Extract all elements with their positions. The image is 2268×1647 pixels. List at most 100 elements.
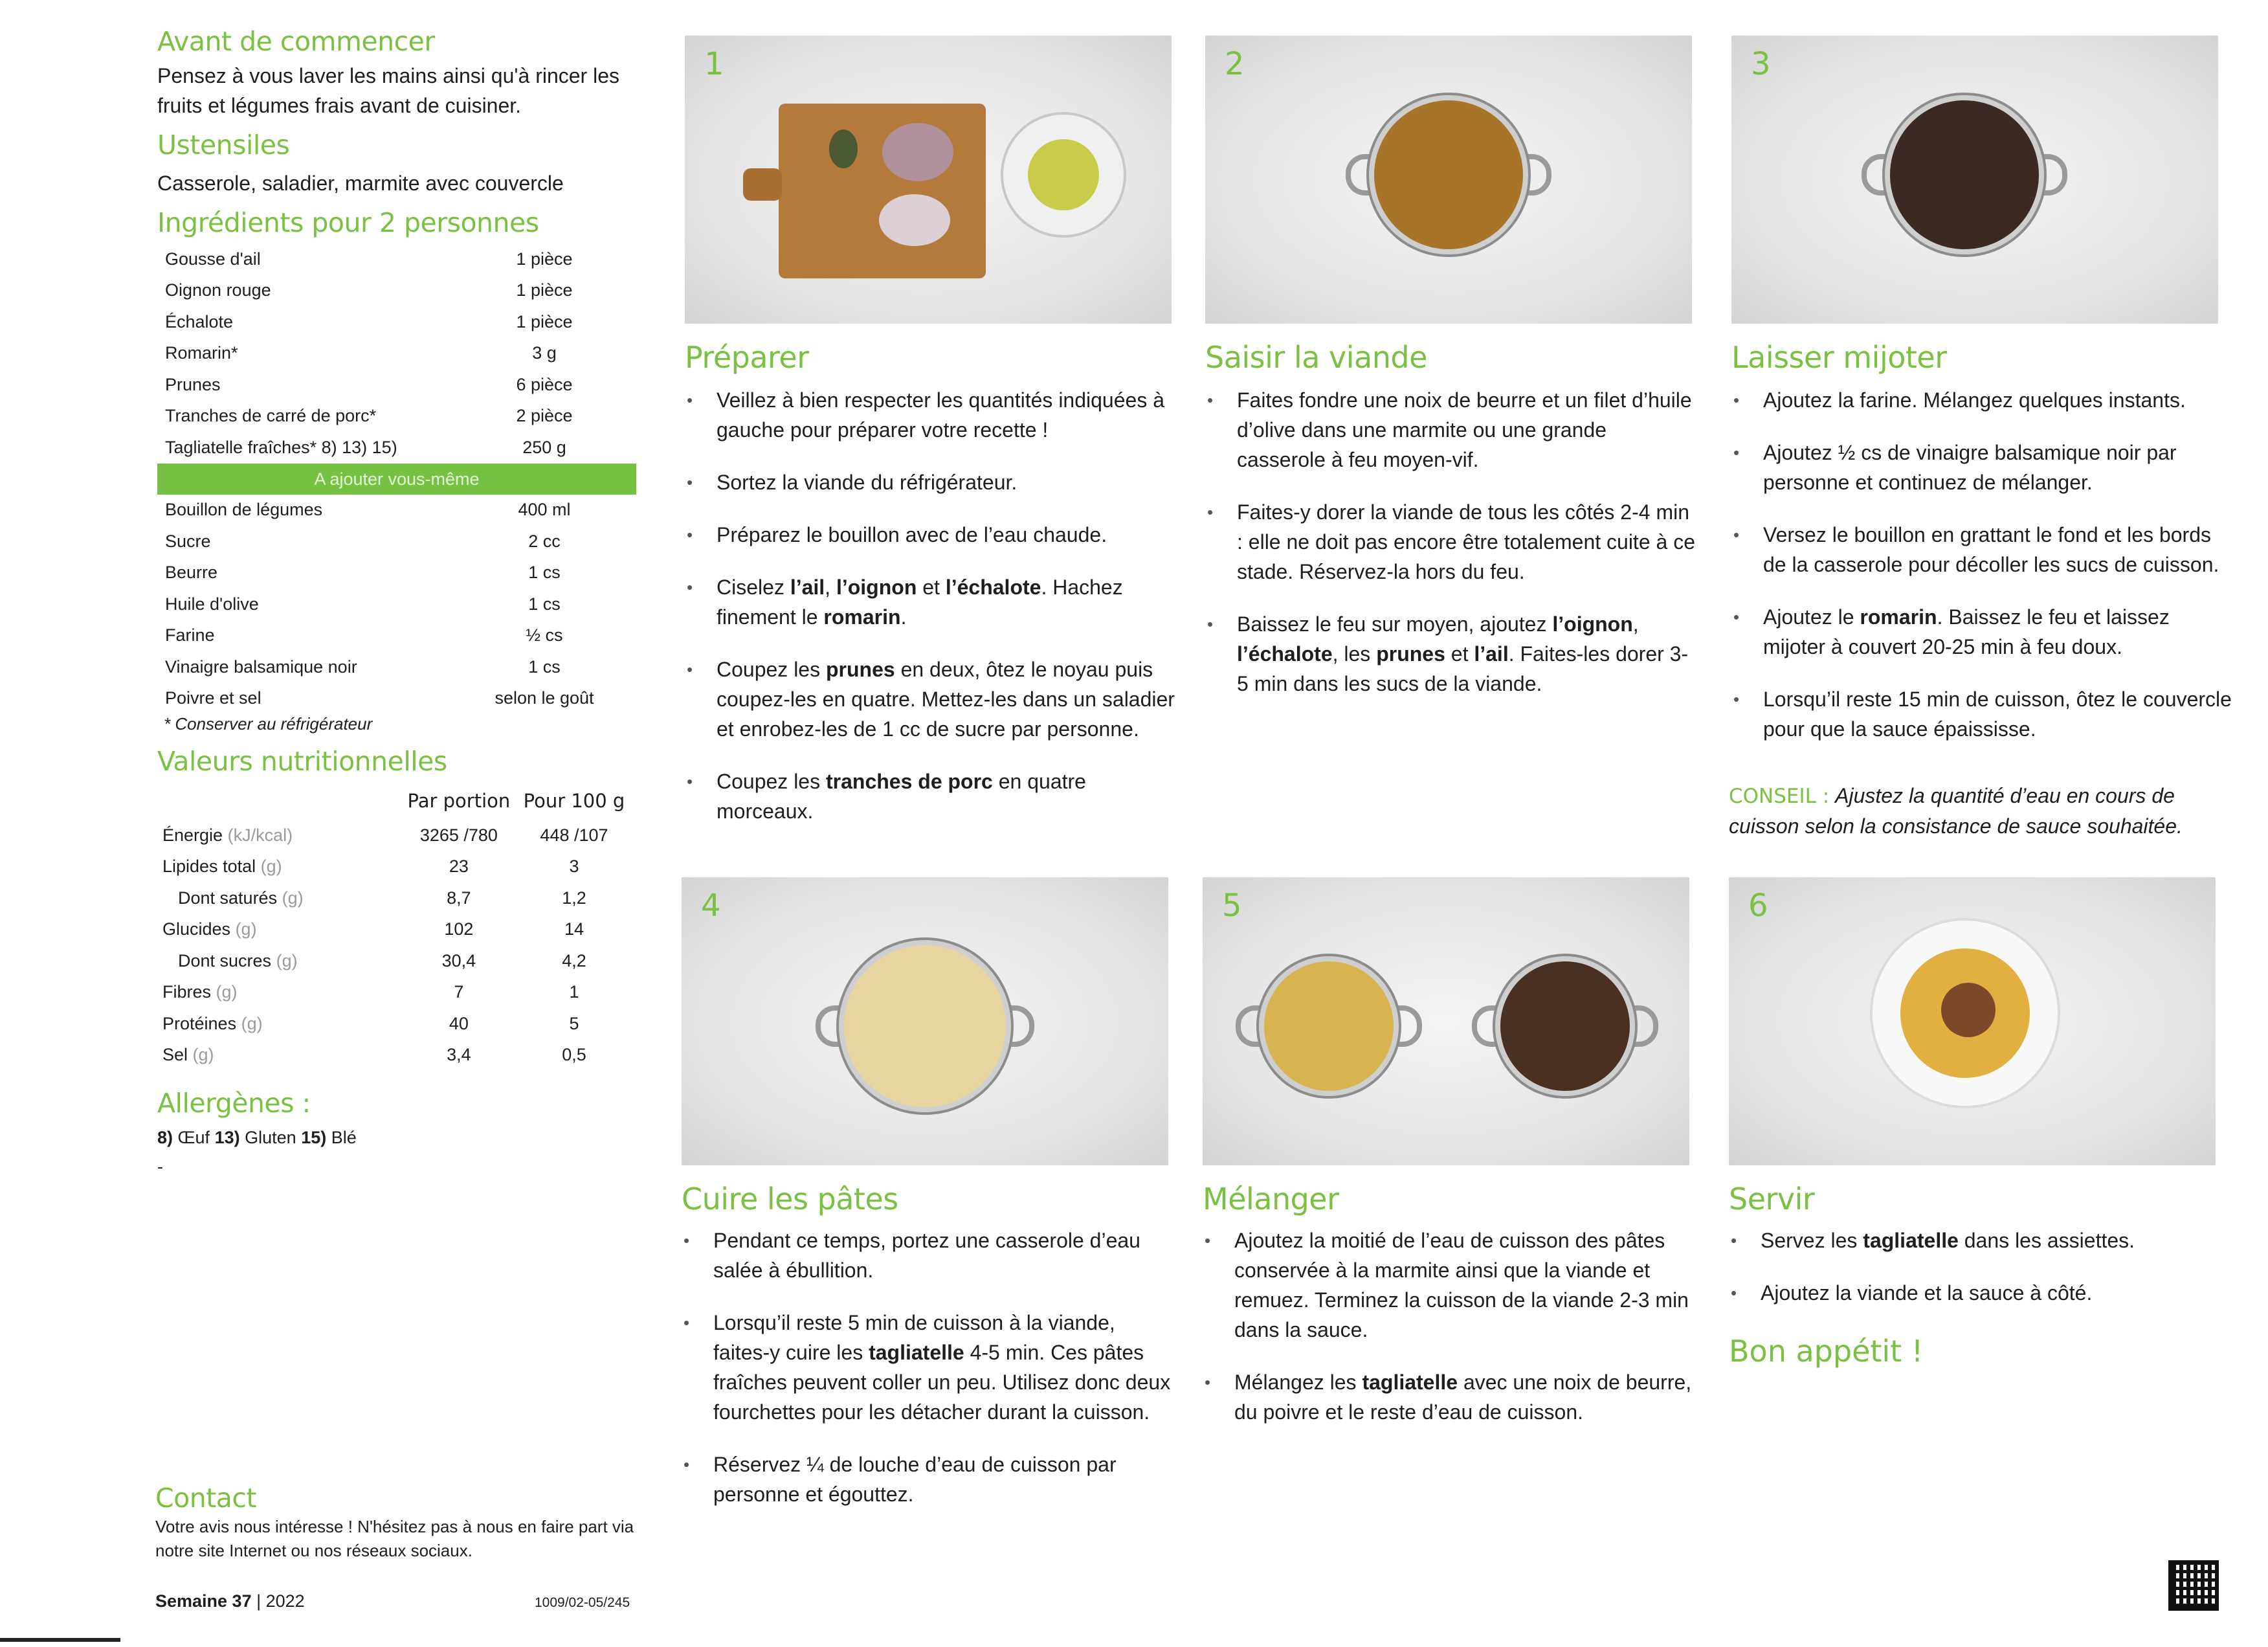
utensils-text: Casserole, saladier, marmite avec couver… [157, 172, 564, 195]
instruction-item: Ajoutez la farine. Mélangez quelques ins… [1733, 385, 2237, 415]
nutrient-label: Dont sucres [178, 950, 272, 970]
instruction-item: Ajoutez la viande et la sauce à côté. [1731, 1278, 2221, 1308]
ingredient-row: Tagliatelle fraîches* 8) 13) 15) 250 g [157, 432, 636, 464]
step-title: Mélanger [1203, 1182, 1339, 1216]
footer-code: 1009/02-05/245 [535, 1595, 630, 1610]
ingredient-name: Oignon rouge [165, 280, 271, 300]
ingredient-name: Tagliatelle fraîches* 8) 13) 15) [165, 437, 397, 457]
allergens-title: Allergènes : [157, 1088, 311, 1119]
nutrient-unit: (g) [241, 1013, 263, 1033]
instruction-highlight: l’oignon [1552, 612, 1633, 636]
ingredient-name: Bouillon de légumes [165, 500, 323, 520]
nutrition-col-portion: Par portion [407, 790, 511, 812]
instruction-highlight: prunes [1376, 642, 1445, 666]
nutrient-per-100g: 0,5 [562, 1045, 586, 1065]
instruction-text: Coupez les [717, 658, 826, 681]
ingredient-row: Poivre et sel selon le goût [157, 683, 636, 715]
instruction-highlight: romarin [1860, 605, 1937, 629]
instruction-item: Baissez le feu sur moyen, ajoutez l’oign… [1207, 609, 1698, 699]
nutrient-per-100g: 3 [569, 857, 579, 877]
instruction-text: Versez le bouillon en grattant le fond e… [1763, 523, 2219, 576]
instruction-text: Ajoutez ½ cs de vinaigre balsamique noir… [1763, 441, 2177, 494]
nutrient-per-portion: 3265 /780 [419, 825, 498, 845]
qr-code[interactable] [2168, 1560, 2219, 1611]
ingredient-qty: selon le goût [495, 688, 594, 708]
nutrition-name: Fibres (g) [157, 977, 406, 1009]
step-title: Saisir la viande [1205, 340, 1427, 375]
instruction-text: Ciselez [717, 576, 790, 599]
ingredient-row: Bouillon de légumes 400 ml [157, 495, 636, 526]
instruction-text: , [825, 576, 836, 599]
instruction-item: Veillez à bien respecter les quantités i… [687, 385, 1177, 445]
nutrient-label: Lipides total [162, 857, 256, 877]
instruction-text: Faites-y dorer la viande de tous les côt… [1237, 500, 1695, 583]
ingredient-qty: 1 cs [528, 563, 561, 583]
step-title: Préparer [685, 340, 809, 375]
ingredient-name: Gousse d'ail [165, 249, 261, 269]
nutrition-row: Glucides (g) 102 14 [157, 914, 636, 946]
ingredient-name: Échalote [165, 311, 234, 331]
ingredient-name: Farine [165, 625, 215, 645]
step-number: 4 [701, 888, 721, 924]
allergens-dash: - [157, 1157, 163, 1176]
ingredient-qty: 2 cc [528, 531, 561, 551]
ingredient-row: Vinaigre balsamique noir 1 cs [157, 651, 636, 683]
tip-label: CONSEIL : [1729, 785, 1830, 808]
left-column: Avant de commencer Pensez à vous laver l… [157, 26, 636, 1177]
nutrient-per-portion: 23 [449, 857, 469, 877]
allergen-number: 13) [214, 1128, 240, 1147]
nutrition-name: Protéines (g) [157, 1008, 406, 1040]
nutrient-per-portion: 3,4 [447, 1045, 471, 1065]
instruction-text: . [900, 605, 907, 629]
ingredient-name: Tranches de carré de porc* [165, 406, 377, 426]
instruction-text: dans les assiettes. [1958, 1229, 2135, 1252]
instruction-highlight: l’oignon [836, 576, 917, 599]
nutrient-per-100g: 448 /107 [540, 825, 608, 845]
extra-ingredients-table: Bouillon de légumes 400 ml Sucre 2 cc Beurre… [157, 495, 636, 715]
instruction-highlight: tranches de porc [825, 770, 993, 793]
storage-note: * Conserver au réfrigérateur [164, 714, 373, 734]
instruction-text: Veillez à bien respecter les quantités i… [717, 388, 1164, 442]
instruction-highlight: l’ail [1474, 642, 1509, 666]
allergen-label: Gluten [245, 1128, 296, 1147]
instruction-text: Pendant ce temps, portez une casserole d… [713, 1229, 1140, 1282]
nutrient-per-portion: 40 [449, 1013, 469, 1033]
instruction-item: Coupez les tranches de porc en quatre mo… [687, 767, 1177, 826]
footer-week-label: Semaine 37 [155, 1591, 252, 1611]
nutrition-row: Énergie (kJ/kcal) 3265 /780 448 /107 [157, 820, 636, 851]
nutrition-row: Dont saturés (g) 8,7 1,2 [157, 882, 636, 914]
nutrient-per-100g: 4,2 [562, 950, 586, 970]
instruction-text: Réservez ¼ de louche d’eau de cuisson pa… [713, 1453, 1117, 1506]
step-photo: 2 [1205, 36, 1692, 324]
ingredient-name: Romarin* [165, 343, 238, 363]
instruction-highlight: l’ail [790, 576, 825, 599]
nutrition-name: Dont saturés (g) [157, 882, 406, 914]
ingredient-qty: 1 pièce [516, 280, 573, 300]
ingredient-qty: 1 pièce [516, 249, 573, 269]
ingredient-qty: 6 pièce [516, 374, 573, 394]
ingredient-name: Sucre [165, 531, 211, 551]
nutrition-name: Énergie (kJ/kcal) [157, 820, 406, 851]
ingredient-qty: ½ cs [526, 625, 563, 645]
ingredient-row: Gousse d'ail 1 pièce [157, 243, 636, 275]
nutrient-unit: (g) [216, 982, 238, 1002]
nutrition-title: Valeurs nutritionnelles [157, 746, 447, 777]
ingredient-row: Oignon rouge 1 pièce [157, 275, 636, 307]
instruction-item: Ajoutez le romarin. Baissez le feu et la… [1733, 602, 2237, 662]
ingredient-qty: 1 pièce [516, 311, 573, 331]
chopped-rosemary [829, 129, 858, 168]
ingredient-qty: 250 g [522, 437, 566, 457]
instruction-item: Ajoutez la moitié de l’eau de cuisson de… [1205, 1226, 1695, 1345]
step-instructions: Faites fondre une noix de beurre et un f… [1206, 385, 1698, 721]
nutrient-label: Fibres [162, 982, 212, 1002]
nutrition-row: Sel (g) 3,4 0,5 [157, 1040, 636, 1071]
step-photo: 4 [682, 877, 1168, 1165]
step-illustration [1346, 93, 1551, 257]
nutrition-name: Dont sucres (g) [157, 945, 406, 977]
chopped-shallot [879, 194, 950, 246]
instruction-item: Sortez la viande du réfrigérateur. [687, 467, 1177, 497]
closing-message: Bon appétit ! [1729, 1334, 1924, 1369]
pot-meat-sauce [1472, 954, 1658, 1099]
nutrient-per-portion: 102 [444, 919, 474, 939]
instruction-item: Réservez ¼ de louche d’eau de cuisson pa… [684, 1450, 1174, 1509]
